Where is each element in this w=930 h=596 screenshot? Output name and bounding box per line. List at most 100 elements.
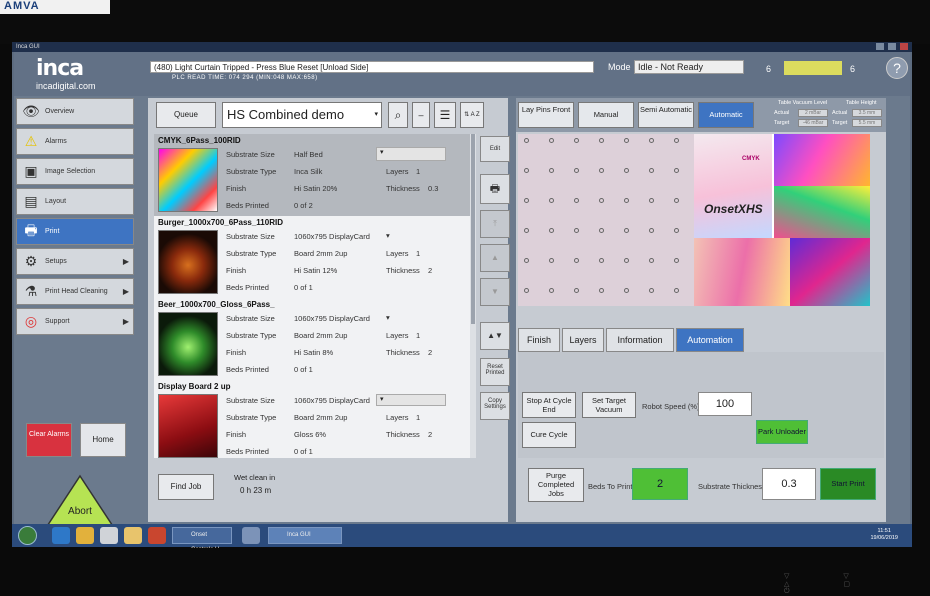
bezel-brand: AMVA	[0, 0, 110, 14]
arrow-top-icon: ⤒	[493, 219, 497, 228]
tab-finish[interactable]: Finish	[518, 328, 560, 352]
app-icon[interactable]	[242, 527, 260, 544]
automation-panel: Stop At Cycle End Set Target Vacuum Robo…	[518, 352, 884, 458]
substrate-size-value: Half Bed	[294, 150, 323, 159]
label-thickness: Thickness	[386, 266, 420, 275]
clock-time: 11:51	[877, 528, 891, 534]
move-bottom-button[interactable]: ▲▼	[480, 322, 510, 350]
label-thickness: Thickness	[386, 430, 420, 439]
dash-icon: –	[418, 110, 424, 120]
thickness-value: 2	[428, 430, 433, 439]
scrollbar-thumb[interactable]	[471, 134, 475, 324]
queue-button[interactable]: Queue	[156, 102, 216, 128]
queue-select-value: HS Combined demo	[227, 107, 345, 122]
home-button[interactable]: Home	[80, 423, 126, 457]
notepad-icon[interactable]	[100, 527, 118, 544]
job-thumbnail	[158, 230, 218, 294]
automatic-button[interactable]: Automatic	[698, 102, 754, 128]
robot-speed-input[interactable]: 100	[698, 392, 752, 416]
substrate-thickness-input[interactable]: 0.3	[762, 468, 816, 500]
artwork-panel	[694, 134, 772, 238]
job-thumbnail	[158, 148, 218, 212]
maximize-button[interactable]	[888, 43, 896, 50]
clear-alarms-button[interactable]: Clear Alarms	[26, 423, 72, 457]
list-item[interactable]: Display Board 2 up Substrate Size 1060x7…	[154, 380, 470, 458]
taskbar-item-onset-controls[interactable]: Onset Controls U...	[172, 527, 232, 553]
list-item[interactable]: Burger_1000x700_6Pass_110RID Substrate S…	[154, 216, 470, 298]
set-target-vacuum-button[interactable]: Set Target Vacuum	[582, 392, 636, 418]
sidebar-item-overview[interactable]: 👁 Overview	[16, 98, 134, 125]
reset-printed-button[interactable]: Reset Printed	[480, 358, 510, 386]
substrate-size-value: 1060x795 DisplayCard	[294, 314, 370, 323]
sidebar-item-image-selection[interactable]: ▣ Image Selection	[16, 158, 134, 185]
start-print-button[interactable]: Start Print	[820, 468, 876, 500]
print-job-button[interactable]: 🖶	[480, 174, 510, 204]
more-button[interactable]: –	[412, 102, 430, 128]
substrate-dropdown[interactable]: ▾	[376, 394, 446, 406]
folder-icon[interactable]	[124, 527, 142, 544]
sidebar-item-setups[interactable]: ⚙ Setups ▶	[16, 248, 134, 275]
chevron-down-icon[interactable]: ▾	[386, 313, 390, 322]
edit-button[interactable]: Edit	[480, 136, 510, 162]
job-title: Display Board 2 up	[158, 382, 231, 391]
search-button[interactable]: ⌕	[388, 102, 408, 128]
sidebar-item-label: Layout	[45, 198, 67, 205]
sidebar-item-alarms[interactable]: ⚠ Alarms	[16, 128, 134, 155]
sidebar-item-print[interactable]: 🖶 Print	[16, 218, 134, 245]
artwork-title: OnsetXHS	[704, 202, 763, 216]
sidebar-item-print-head-cleaning[interactable]: ⚗ Print Head Cleaning ▶	[16, 278, 134, 305]
sidebar-item-support[interactable]: ◎ Support ▶	[16, 308, 134, 335]
beds-to-print-input[interactable]: 2	[632, 468, 688, 500]
menu-button[interactable]: ☰	[434, 102, 456, 128]
vacuum-port-marker	[549, 258, 554, 263]
tab-layers[interactable]: Layers	[562, 328, 604, 352]
find-job-button[interactable]: Find Job	[158, 474, 214, 500]
copy-settings-button[interactable]: Copy Settings	[480, 392, 510, 420]
label-finish: Finish	[226, 430, 247, 439]
lay-pins-front-button[interactable]: Lay Pins Front	[518, 102, 574, 128]
purge-completed-jobs-button[interactable]: Purge Completed Jobs	[528, 468, 584, 502]
label-finish: Finish	[226, 348, 247, 357]
vacuum-port-marker	[574, 228, 579, 233]
vacuum-port-marker	[574, 168, 579, 173]
minimize-button[interactable]	[876, 43, 884, 50]
list-item[interactable]: CMYK_6Pass_100RID Substrate Size Half Be…	[154, 134, 470, 216]
help-button[interactable]: ?	[886, 57, 908, 79]
label-layers: Layers	[386, 331, 409, 340]
substrate-dropdown[interactable]: ▾	[376, 147, 446, 161]
sidebar-item-label: Alarms	[45, 138, 67, 145]
move-up-button[interactable]: ▲	[480, 244, 510, 272]
arrow-bottom-icon: ▲▼	[487, 331, 503, 340]
beds-printed-value: 0 of 2	[294, 201, 313, 210]
sort-button[interactable]: ⇅ A Z	[460, 102, 484, 128]
app-icon[interactable]	[148, 527, 166, 544]
queue-select[interactable]: HS Combined demo ▾	[222, 102, 382, 128]
job-thumbnail	[158, 394, 218, 458]
manual-button[interactable]: Manual	[578, 102, 634, 128]
chevron-down-icon: ▾	[380, 149, 384, 156]
chrome-icon[interactable]	[76, 527, 94, 544]
close-button[interactable]	[900, 43, 908, 50]
park-unloader-button[interactable]: Park Unloader	[756, 420, 808, 444]
list-item[interactable]: Beer_1000x700_Gloss_6Pass_ Substrate Siz…	[154, 298, 470, 380]
layers-value: 1	[416, 249, 421, 258]
label-substrate-size: Substrate Size	[226, 232, 275, 241]
cure-cycle-button[interactable]: Cure Cycle	[522, 422, 576, 448]
start-button[interactable]	[18, 526, 37, 545]
browser-icon[interactable]	[52, 527, 70, 544]
sidebar-item-layout[interactable]: ▤ Layout	[16, 188, 134, 215]
vacuum-port-marker	[624, 258, 629, 263]
tab-automation[interactable]: Automation	[676, 328, 744, 352]
chevron-down-icon[interactable]: ▾	[386, 231, 390, 240]
status-bar-indicator	[784, 61, 842, 75]
sidebar-item-label: Overview	[45, 108, 75, 115]
stop-at-cycle-end-button[interactable]: Stop At Cycle End	[522, 392, 576, 418]
move-down-button[interactable]: ▼	[480, 278, 510, 306]
tab-information[interactable]: Information	[606, 328, 674, 352]
sidebar-item-label: Print Head Cleaning	[45, 288, 108, 295]
move-top-button[interactable]: ⤒	[480, 210, 510, 238]
substrate-type-value: Board 2mm 2up	[294, 249, 348, 258]
semi-automatic-button[interactable]: Semi Automatic	[638, 102, 694, 128]
taskbar-item-inca-gui[interactable]: Inca GUI	[268, 527, 342, 544]
job-list-scrollbar[interactable]	[470, 134, 476, 458]
